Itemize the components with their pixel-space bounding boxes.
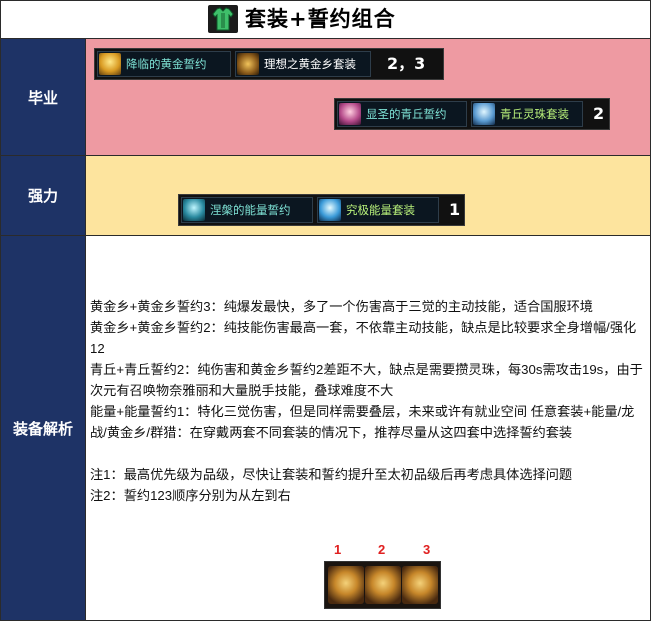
- golden-set-icon: [237, 53, 259, 75]
- analysis-line: 黄金乡+黄金乡誓约3：纯爆发最快，多了一个伤害高于三觉的主动技能，适合国服环境: [90, 299, 593, 314]
- row-label-analysis: 装备解析: [1, 236, 86, 620]
- row-label-bisheng: 毕业: [1, 39, 86, 155]
- analysis-line: 能量+能量誓约1：特化三觉伤害，但是同样需要叠层，未来或许有就业空间 任意套装+…: [90, 404, 635, 440]
- row-label-qiangli: 强力: [1, 156, 86, 235]
- row-label-text: 毕业: [27, 88, 58, 107]
- item-name: 理想之黄金乡套装: [264, 57, 356, 71]
- analysis-text: 黄金乡+黄金乡誓约3：纯爆发最快，多了一个伤害高于三觉的主动技能，适合国服环境 …: [90, 296, 646, 506]
- note-line: 注1：最高优先级为品级，尽快让套装和誓约提升至太初品级后再考虑具体选择问题: [90, 467, 573, 482]
- oath-slot-2-icon: [365, 566, 401, 604]
- energy-set-icon: [319, 199, 341, 221]
- combo-strip: 降临的黄金誓约 理想之黄金乡套装 2，3: [94, 48, 444, 80]
- energy-oath-icon: [183, 199, 205, 221]
- priority-label: 2: [593, 104, 605, 123]
- item-card[interactable]: 青丘灵珠套装: [471, 101, 583, 127]
- order-number: 1: [334, 542, 342, 557]
- combo-strip: 显圣的青丘誓约 青丘灵珠套装 2: [334, 98, 610, 130]
- item-name: 显圣的青丘誓约: [366, 107, 447, 121]
- oath-slot-3-icon: [402, 566, 438, 604]
- combo-strip: 涅槃的能量誓约 究极能量套装 1: [178, 194, 465, 226]
- page-title: 套装+誓约组合: [245, 7, 396, 31]
- title-bar: 套装+誓约组合: [1, 1, 650, 39]
- order-number: 3: [423, 542, 431, 557]
- order-number: 2: [378, 542, 386, 557]
- item-card[interactable]: 究极能量套装: [317, 197, 439, 223]
- note-line: 注2：誓约123顺序分别为从左到右: [90, 488, 291, 503]
- equipment-combo-table: 套装+誓约组合 毕业 降临的黄金誓约 理想之黄金乡套装 2，3 显圣的青丘誓约 …: [0, 0, 651, 621]
- priority-label: 1: [449, 200, 461, 219]
- armor-icon: [208, 5, 238, 33]
- qingqiu-oath-icon: [339, 103, 361, 125]
- item-name: 降临的黄金誓约: [126, 57, 207, 71]
- oath-order-strip: [324, 561, 441, 609]
- item-name: 青丘灵珠套装: [500, 107, 569, 121]
- divider: [1, 235, 650, 236]
- analysis-line: 黄金乡+黄金乡誓约2：纯技能伤害最高一套，不依靠主动技能，缺点是比较要求全身增幅…: [90, 320, 637, 356]
- item-card[interactable]: 降临的黄金誓约: [97, 51, 231, 77]
- golden-oath-icon: [99, 53, 121, 75]
- row-label-text: 装备解析: [12, 419, 73, 438]
- item-card[interactable]: 涅槃的能量誓约: [181, 197, 313, 223]
- oath-slot-1-icon: [328, 566, 364, 604]
- item-card[interactable]: 显圣的青丘誓约: [337, 101, 467, 127]
- row-label-text: 强力: [27, 187, 58, 205]
- priority-label: 2，3: [387, 54, 426, 73]
- item-card[interactable]: 理想之黄金乡套装: [235, 51, 371, 77]
- item-name: 究极能量套装: [346, 203, 415, 217]
- item-name: 涅槃的能量誓约: [210, 203, 291, 217]
- qingqiu-set-icon: [473, 103, 495, 125]
- analysis-line: 青丘+青丘誓约2：纯伤害和黄金乡誓约2差距不大，缺点是需要攒灵珠，每30s需攻击…: [90, 362, 643, 398]
